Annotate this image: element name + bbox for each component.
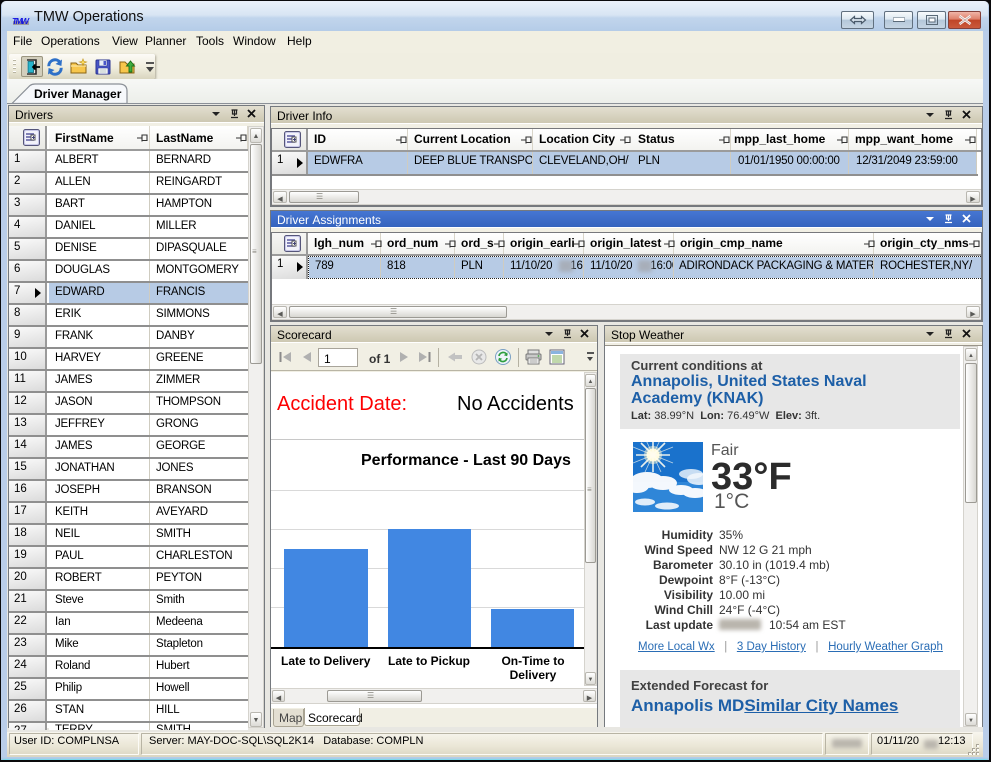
- svg-text:TMW: TMW: [12, 16, 30, 26]
